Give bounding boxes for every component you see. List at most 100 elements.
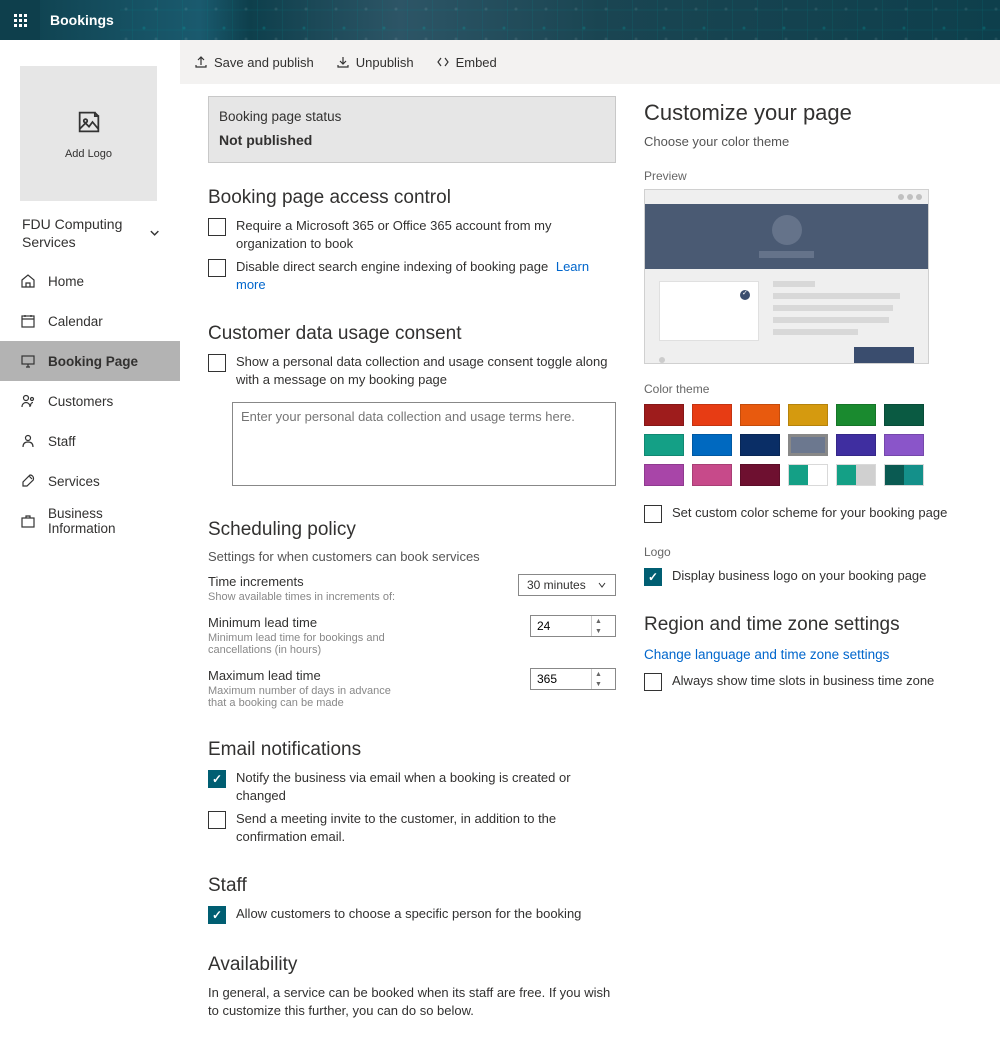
color-swatch-half[interactable] bbox=[884, 464, 924, 486]
consent-label: Show a personal data collection and usag… bbox=[236, 353, 616, 388]
app-name: Bookings bbox=[50, 12, 114, 28]
consent-checkbox[interactable] bbox=[208, 354, 226, 372]
chevron-down-icon bbox=[149, 226, 160, 240]
color-swatch[interactable] bbox=[836, 404, 876, 426]
color-swatch[interactable] bbox=[692, 404, 732, 426]
org-selector[interactable]: FDU Computing Services bbox=[0, 201, 180, 261]
min-lead-label: Minimum lead time bbox=[208, 615, 317, 630]
nav-calendar[interactable]: Calendar bbox=[0, 301, 180, 341]
save-publish-button[interactable]: Save and publish bbox=[194, 55, 314, 70]
nav-staff[interactable]: Staff bbox=[0, 421, 180, 461]
region-settings-link[interactable]: Change language and time zone settings bbox=[644, 647, 889, 662]
briefcase-icon bbox=[20, 513, 36, 529]
consent-title: Customer data usage consent bbox=[208, 323, 616, 345]
status-box: Booking page status Not published bbox=[208, 96, 616, 163]
color-theme-label: Color theme bbox=[644, 382, 972, 396]
embed-button[interactable]: Embed bbox=[436, 55, 497, 70]
color-swatch-half[interactable] bbox=[788, 464, 828, 486]
org-name: FDU Computing Services bbox=[22, 215, 149, 251]
nav-label: Services bbox=[48, 474, 100, 489]
nav-business-info[interactable]: Business Information bbox=[0, 501, 180, 541]
download-icon bbox=[336, 55, 350, 69]
upload-icon bbox=[194, 55, 208, 69]
theme-preview bbox=[644, 189, 929, 364]
color-swatch[interactable] bbox=[788, 434, 828, 456]
toolbar: Save and publish Unpublish Embed bbox=[180, 40, 1000, 84]
color-swatch[interactable] bbox=[644, 404, 684, 426]
color-swatch-half[interactable] bbox=[836, 464, 876, 486]
customize-subtitle: Choose your color theme bbox=[644, 134, 972, 149]
home-icon bbox=[20, 273, 36, 289]
consent-textarea[interactable] bbox=[232, 402, 616, 486]
send-invite-checkbox[interactable] bbox=[208, 811, 226, 829]
color-swatch[interactable] bbox=[740, 404, 780, 426]
color-swatch[interactable] bbox=[644, 464, 684, 486]
nav-customers[interactable]: Customers bbox=[0, 381, 180, 421]
min-lead-field[interactable] bbox=[531, 619, 591, 633]
add-logo-button[interactable]: Add Logo bbox=[20, 66, 157, 201]
swatch-grid bbox=[644, 404, 944, 486]
color-swatch[interactable] bbox=[740, 434, 780, 456]
nav-label: Home bbox=[48, 274, 84, 289]
color-swatch[interactable] bbox=[692, 434, 732, 456]
unpublish-button[interactable]: Unpublish bbox=[336, 55, 414, 70]
scheduling-title: Scheduling policy bbox=[208, 519, 616, 541]
dropdown-value: 30 minutes bbox=[527, 578, 586, 592]
step-down[interactable]: ▼ bbox=[592, 626, 605, 636]
time-increments-label: Time increments bbox=[208, 574, 304, 589]
notify-business-checkbox[interactable] bbox=[208, 770, 226, 788]
app-header: Bookings bbox=[0, 0, 1000, 40]
btn-label: Save and publish bbox=[214, 55, 314, 70]
color-swatch[interactable] bbox=[836, 434, 876, 456]
color-swatch[interactable] bbox=[740, 464, 780, 486]
choose-staff-checkbox[interactable] bbox=[208, 906, 226, 924]
nav-list: Home Calendar Booking Page Customers Sta… bbox=[0, 261, 180, 541]
main-content: Save and publish Unpublish Embed Booking… bbox=[180, 40, 1000, 1048]
monitor-icon bbox=[20, 353, 36, 369]
color-swatch[interactable] bbox=[644, 434, 684, 456]
custom-color-checkbox[interactable] bbox=[644, 505, 662, 523]
display-logo-checkbox[interactable] bbox=[644, 568, 662, 586]
max-lead-hint: Maximum number of days in advance that a… bbox=[208, 685, 408, 709]
send-invite-label: Send a meeting invite to the customer, i… bbox=[236, 810, 616, 845]
add-logo-label: Add Logo bbox=[65, 148, 112, 160]
disable-indexing-label: Disable direct search engine indexing of… bbox=[236, 258, 616, 293]
time-increments-dropdown[interactable]: 30 minutes bbox=[518, 574, 616, 596]
color-swatch[interactable] bbox=[788, 404, 828, 426]
max-lead-input[interactable]: ▲▼ bbox=[530, 668, 616, 690]
staff-title: Staff bbox=[208, 875, 616, 897]
business-time-checkbox[interactable] bbox=[644, 673, 662, 691]
logo-section-label: Logo bbox=[644, 545, 972, 559]
calendar-icon bbox=[20, 313, 36, 329]
email-title: Email notifications bbox=[208, 739, 616, 761]
require-account-checkbox[interactable] bbox=[208, 218, 226, 236]
custom-color-label: Set custom color scheme for your booking… bbox=[672, 504, 947, 522]
min-lead-input[interactable]: ▲▼ bbox=[530, 615, 616, 637]
color-swatch[interactable] bbox=[884, 404, 924, 426]
staff-icon bbox=[20, 433, 36, 449]
nav-home[interactable]: Home bbox=[0, 261, 180, 301]
require-account-label: Require a Microsoft 365 or Office 365 ac… bbox=[236, 217, 616, 252]
step-up[interactable]: ▲ bbox=[592, 616, 605, 626]
waffle-icon bbox=[14, 14, 27, 27]
max-lead-field[interactable] bbox=[531, 672, 591, 686]
min-lead-hint: Minimum lead time for bookings and cance… bbox=[208, 632, 408, 656]
business-time-label: Always show time slots in business time … bbox=[672, 672, 934, 690]
display-logo-label: Display business logo on your booking pa… bbox=[672, 567, 926, 585]
sidebar: Add Logo FDU Computing Services Home Cal… bbox=[0, 40, 180, 1048]
image-icon bbox=[75, 108, 103, 136]
step-down[interactable]: ▼ bbox=[592, 679, 605, 689]
nav-services[interactable]: Services bbox=[0, 461, 180, 501]
scheduling-subtitle: Settings for when customers can book ser… bbox=[208, 549, 616, 564]
color-swatch[interactable] bbox=[884, 434, 924, 456]
region-title: Region and time zone settings bbox=[644, 614, 972, 636]
nav-label: Customers bbox=[48, 394, 113, 409]
code-icon bbox=[436, 55, 450, 69]
nav-booking-page[interactable]: Booking Page bbox=[0, 341, 180, 381]
disable-indexing-checkbox[interactable] bbox=[208, 259, 226, 277]
app-launcher[interactable] bbox=[0, 0, 40, 40]
status-value: Not published bbox=[219, 132, 605, 148]
customers-icon bbox=[20, 393, 36, 409]
step-up[interactable]: ▲ bbox=[592, 669, 605, 679]
color-swatch[interactable] bbox=[692, 464, 732, 486]
